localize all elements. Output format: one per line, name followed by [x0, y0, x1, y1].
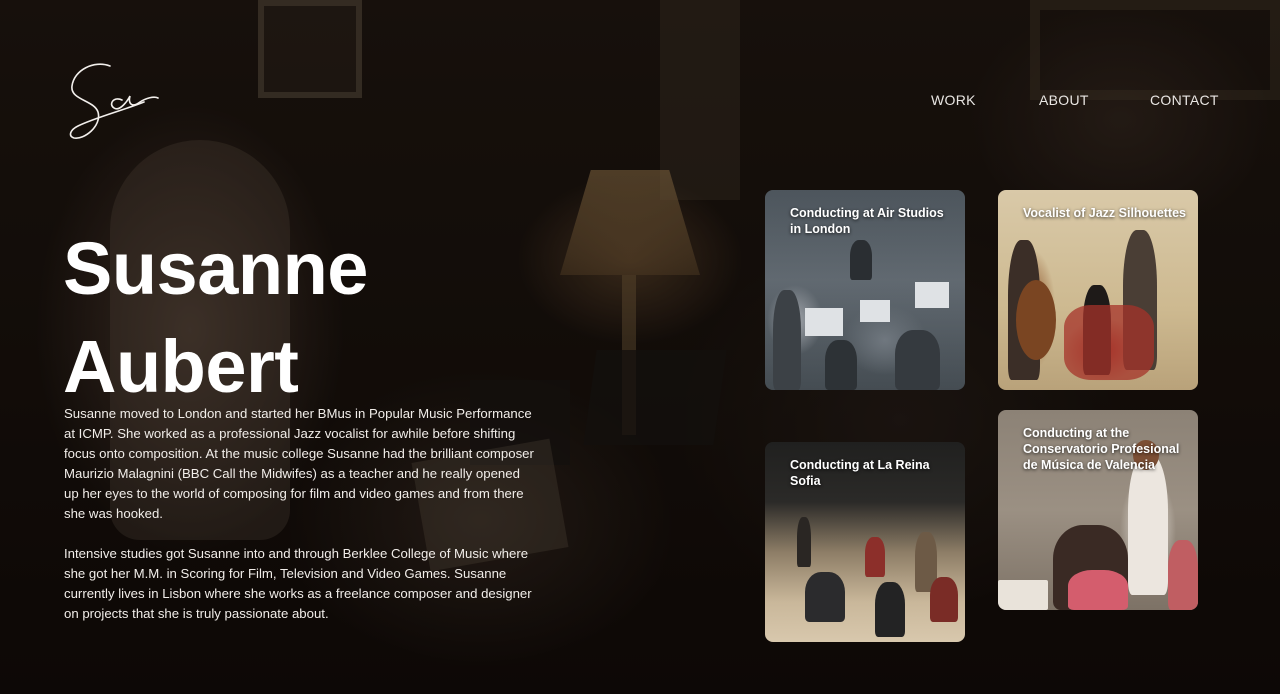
nav-about[interactable]: ABOUT	[1039, 92, 1089, 108]
page-title: Susanne Aubert	[63, 220, 483, 416]
last-name: Aubert	[63, 325, 299, 408]
card-title: Conducting at the Conservatorio Profesio…	[1023, 426, 1180, 472]
card-la-reina-sofia[interactable]: Conducting at La Reina Sofia	[765, 442, 965, 642]
card-title: Vocalist of Jazz Silhouettes	[1023, 206, 1187, 220]
bio-text: Susanne moved to London and started her …	[64, 404, 534, 624]
card-jazz-silhouettes[interactable]: Vocalist of Jazz Silhouettes	[998, 190, 1198, 390]
bio-paragraph-2: Intensive studies got Susanne into and t…	[64, 546, 532, 621]
nav-contact[interactable]: CONTACT	[1150, 92, 1219, 108]
main-nav: WORK ABOUT CONTACT	[0, 92, 1280, 112]
card-title: Conducting at Air Studios in London	[790, 206, 944, 236]
card-air-studios[interactable]: Conducting at Air Studios in London	[765, 190, 965, 390]
bio-paragraph-1: Susanne moved to London and started her …	[64, 406, 534, 521]
card-conservatorio-valencia[interactable]: Conducting at the Conservatorio Profesio…	[998, 410, 1198, 610]
card-title: Conducting at La Reina Sofia	[790, 458, 930, 488]
first-name: Susanne	[63, 227, 368, 310]
nav-work[interactable]: WORK	[931, 92, 976, 108]
